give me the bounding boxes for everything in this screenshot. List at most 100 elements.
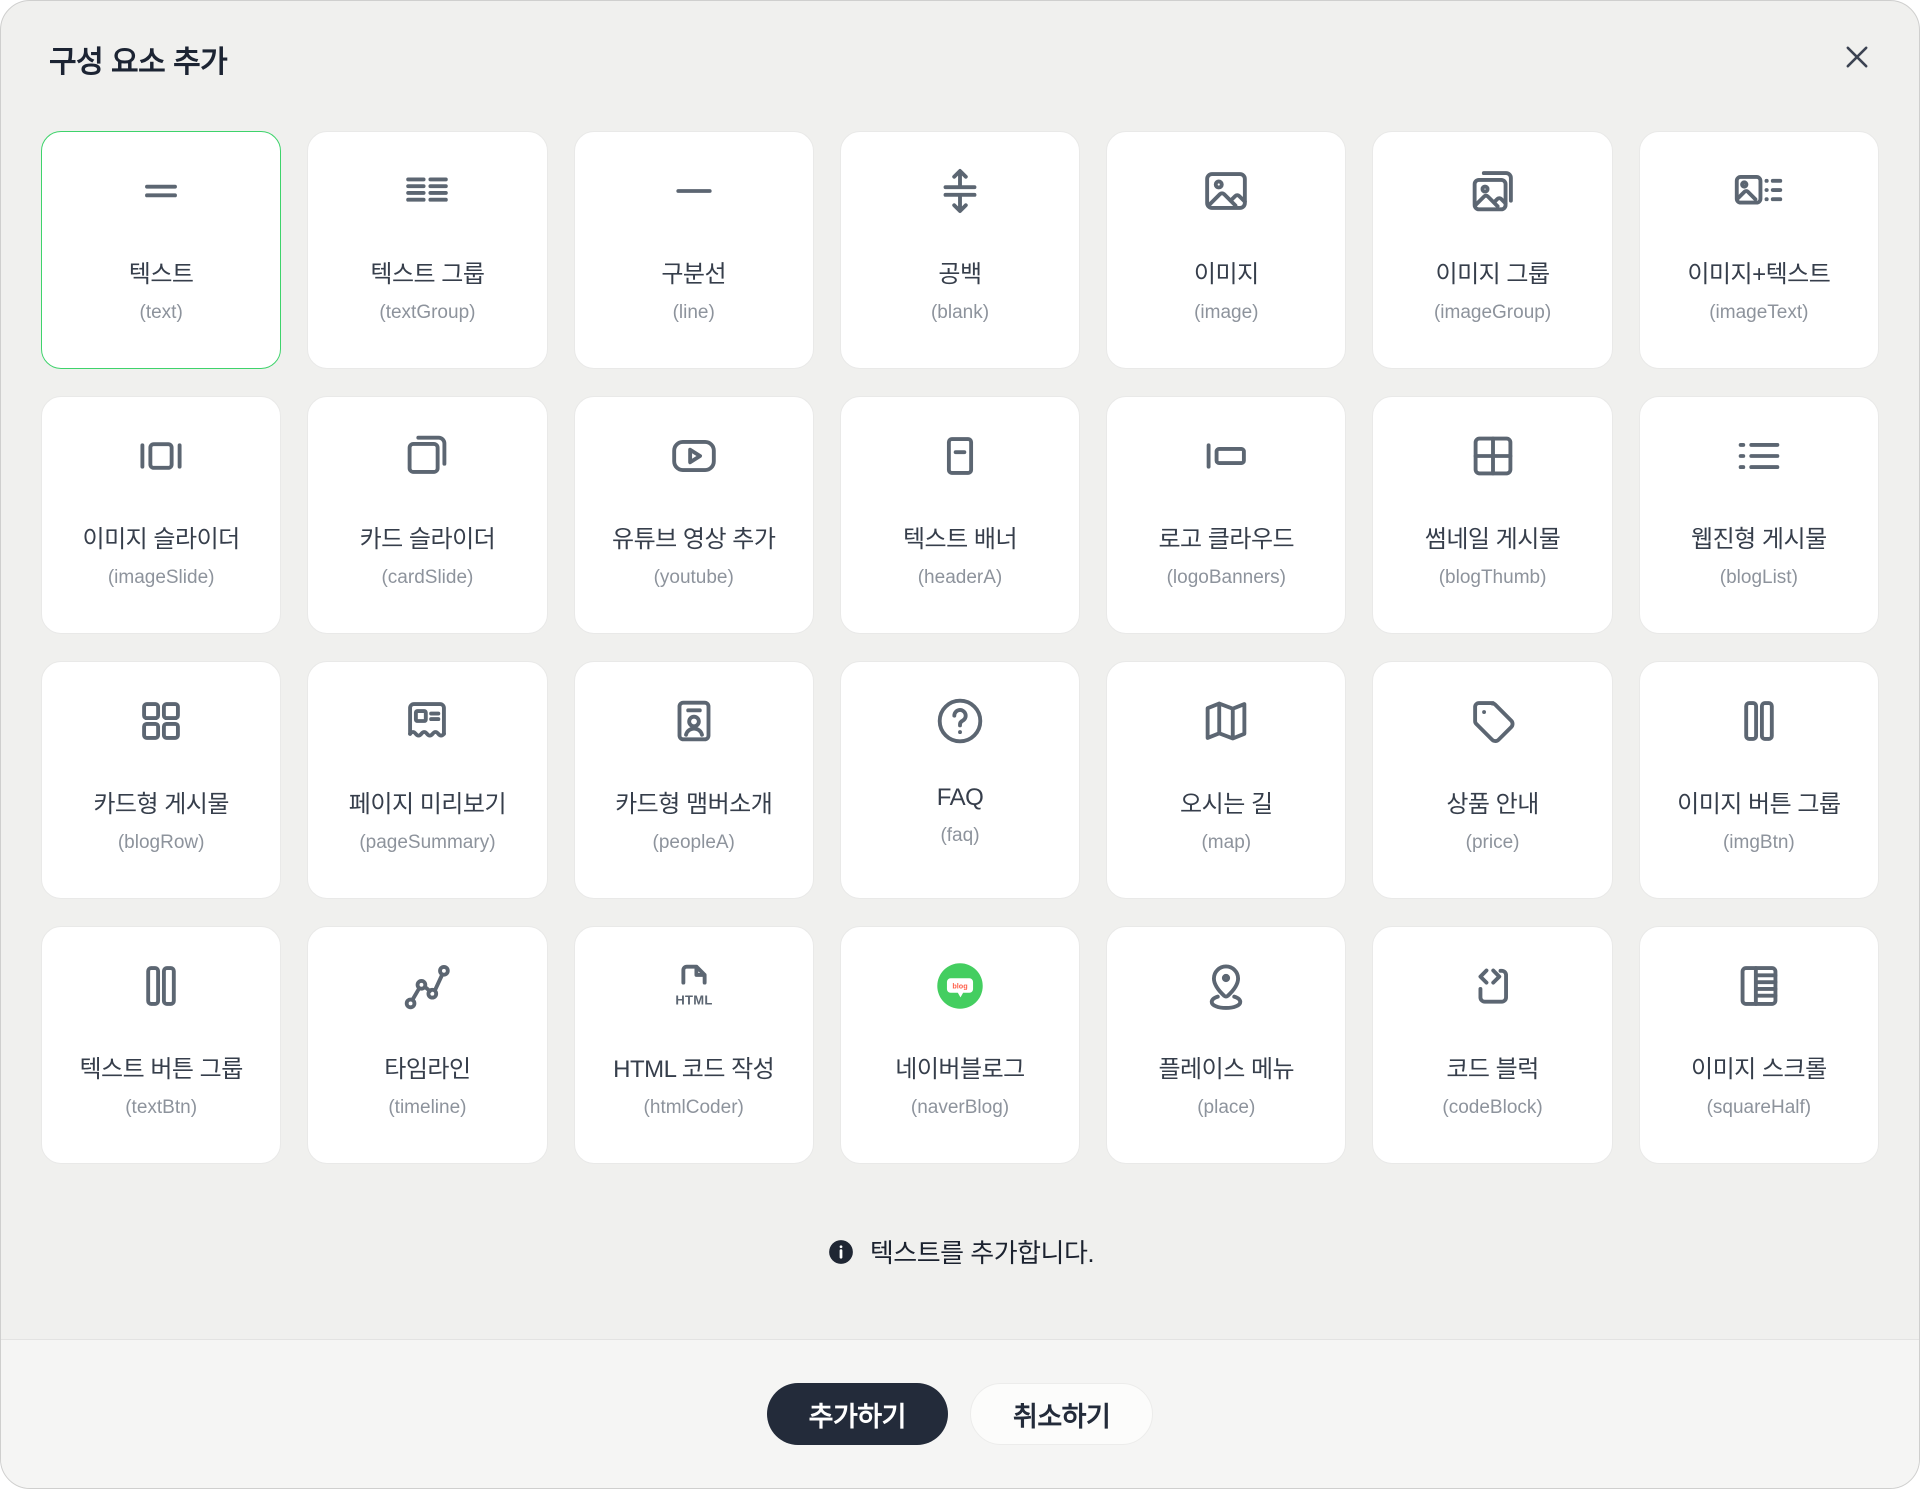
cancel-button[interactable]: 취소하기 <box>970 1383 1154 1445</box>
component-card-blogList[interactable]: 웹진형 게시물 (blogList) <box>1638 396 1879 634</box>
info-icon <box>829 1239 853 1264</box>
component-label: 텍스트 <box>128 261 194 288</box>
component-code: (imageSlide) <box>107 567 215 588</box>
component-card-logoBanners[interactable]: 로고 클라우드 (logoBanners) <box>1106 396 1347 634</box>
component-label: 이미지 버튼 그룹 <box>1677 791 1841 818</box>
card-slider-icon <box>398 427 456 485</box>
naver-blog-icon: blog <box>931 957 989 1015</box>
text-banner-icon <box>931 427 989 485</box>
component-label: 페이지 미리보기 <box>348 791 507 818</box>
component-card-headerA[interactable]: 텍스트 배너 (headerA) <box>839 396 1081 634</box>
component-card-faq[interactable]: FAQ (faq) <box>839 661 1081 899</box>
component-label: 카드형 게시물 <box>93 791 229 818</box>
close-icon <box>1840 40 1874 74</box>
thumbnail-grid-icon <box>1464 427 1522 485</box>
component-card-text[interactable]: 텍스트 (text) <box>41 131 282 369</box>
component-card-textBtn[interactable]: 텍스트 버튼 그룹 (textBtn) <box>41 926 282 1164</box>
image-icon <box>1197 162 1255 220</box>
component-label: 오시는 길 <box>1180 791 1273 818</box>
component-code: (blogThumb) <box>1438 567 1547 588</box>
component-code: (map) <box>1201 832 1252 853</box>
question-circle-icon <box>931 692 989 750</box>
component-code: (peopleA) <box>652 832 735 853</box>
component-label: 타임라인 <box>384 1056 471 1083</box>
close-button[interactable] <box>1835 35 1879 79</box>
component-code: (faq) <box>940 825 980 846</box>
page-preview-icon <box>398 692 456 750</box>
component-code: (pageSummary) <box>359 832 496 853</box>
place-pin-icon <box>1197 957 1255 1015</box>
component-label: 코드 블럭 <box>1446 1056 1539 1083</box>
component-card-blogThumb[interactable]: 썸네일 게시물 (blogThumb) <box>1372 396 1613 634</box>
card-grid-icon <box>132 692 190 750</box>
add-component-dialog: 구성 요소 추가 텍스트 (text) 텍스트 그룹 (textGroup) 구… <box>0 0 1920 1489</box>
timeline-icon <box>398 957 456 1015</box>
component-card-squareHalf[interactable]: 이미지 스크롤 (squareHalf) <box>1638 926 1879 1164</box>
component-code: (squareHalf) <box>1706 1097 1812 1118</box>
component-card-peopleA[interactable]: 카드형 맴버소개 (peopleA) <box>573 661 814 899</box>
component-card-price[interactable]: 상품 안내 (price) <box>1372 661 1613 899</box>
component-label: 카드 슬라이더 <box>359 526 496 553</box>
code-block-icon <box>1464 957 1522 1015</box>
component-label: 텍스트 버튼 그룹 <box>79 1056 243 1083</box>
svg-text:HTML: HTML <box>675 992 712 1007</box>
map-icon <box>1197 692 1255 750</box>
component-code: (textBtn) <box>125 1097 198 1118</box>
component-label: 이미지+텍스트 <box>1687 261 1831 288</box>
text-button-group-icon <box>132 957 190 1015</box>
component-grid: 텍스트 (text) 텍스트 그룹 (textGroup) 구분선 (line)… <box>1 131 1919 1164</box>
component-card-map[interactable]: 오시는 길 (map) <box>1106 661 1347 899</box>
component-label: 공백 <box>938 261 982 288</box>
component-code: (headerA) <box>917 567 1003 588</box>
component-code: (htmlCoder) <box>643 1097 744 1118</box>
html-file-icon: HTML <box>665 957 723 1015</box>
component-label: FAQ <box>936 784 984 811</box>
component-label: 이미지 그룹 <box>1435 261 1551 288</box>
component-code: (blogList) <box>1719 567 1798 588</box>
component-code: (timeline) <box>388 1097 467 1118</box>
component-card-pageSummary[interactable]: 페이지 미리보기 (pageSummary) <box>307 661 548 899</box>
component-label: 이미지 스크롤 <box>1691 1056 1827 1083</box>
dialog-header: 구성 요소 추가 <box>1 1 1919 81</box>
component-code: (imageText) <box>1709 302 1809 323</box>
component-code: (textGroup) <box>379 302 476 323</box>
component-label: 텍스트 그룹 <box>370 261 485 288</box>
image-scroll-icon <box>1730 957 1788 1015</box>
svg-text:blog: blog <box>952 982 967 991</box>
component-card-image[interactable]: 이미지 (image) <box>1106 131 1347 369</box>
component-card-imageSlide[interactable]: 이미지 슬라이더 (imageSlide) <box>41 396 282 634</box>
component-label: 유튜브 영상 추가 <box>612 526 776 553</box>
component-label: 텍스트 배너 <box>902 526 1018 553</box>
component-label: 이미지 <box>1193 261 1259 288</box>
component-label: 플레이스 메뉴 <box>1158 1056 1295 1083</box>
component-code: (place) <box>1197 1097 1256 1118</box>
component-card-imageText[interactable]: 이미지+텍스트 (imageText) <box>1638 131 1879 369</box>
component-card-cardSlide[interactable]: 카드 슬라이더 (cardSlide) <box>307 396 548 634</box>
component-card-line[interactable]: 구분선 (line) <box>573 131 814 369</box>
component-code: (naverBlog) <box>910 1097 1010 1118</box>
info-row: 텍스트를 추가합니다. <box>1 1164 1919 1339</box>
component-card-place[interactable]: 플레이스 메뉴 (place) <box>1106 926 1347 1164</box>
youtube-play-icon <box>665 427 723 485</box>
confirm-button[interactable]: 추가하기 <box>766 1383 948 1445</box>
component-card-blogRow[interactable]: 카드형 게시물 (blogRow) <box>41 661 282 899</box>
component-card-htmlCoder[interactable]: HTML HTML 코드 작성 (htmlCoder) <box>573 926 814 1164</box>
dialog-footer: 추가하기 취소하기 <box>1 1339 1919 1488</box>
bullet-list-icon <box>1730 427 1788 485</box>
component-card-imageGroup[interactable]: 이미지 그룹 (imageGroup) <box>1372 131 1613 369</box>
component-code: (price) <box>1465 832 1520 853</box>
component-code: (text) <box>139 302 183 323</box>
component-card-codeBlock[interactable]: 코드 블럭 (codeBlock) <box>1372 926 1613 1164</box>
component-card-naverBlog[interactable]: blog 네이버블로그 (naverBlog) <box>839 926 1081 1164</box>
component-code: (codeBlock) <box>1442 1097 1543 1118</box>
component-code: (youtube) <box>653 567 734 588</box>
image-button-group-icon <box>1730 692 1788 750</box>
component-code: (imgBtn) <box>1722 832 1795 853</box>
component-card-imgBtn[interactable]: 이미지 버튼 그룹 (imgBtn) <box>1638 661 1879 899</box>
component-code: (image) <box>1194 302 1259 323</box>
component-card-blank[interactable]: 공백 (blank) <box>839 131 1081 369</box>
component-card-textGroup[interactable]: 텍스트 그룹 (textGroup) <box>307 131 548 369</box>
component-card-youtube[interactable]: 유튜브 영상 추가 (youtube) <box>573 396 814 634</box>
image-group-icon <box>1464 162 1522 220</box>
component-card-timeline[interactable]: 타임라인 (timeline) <box>307 926 548 1164</box>
